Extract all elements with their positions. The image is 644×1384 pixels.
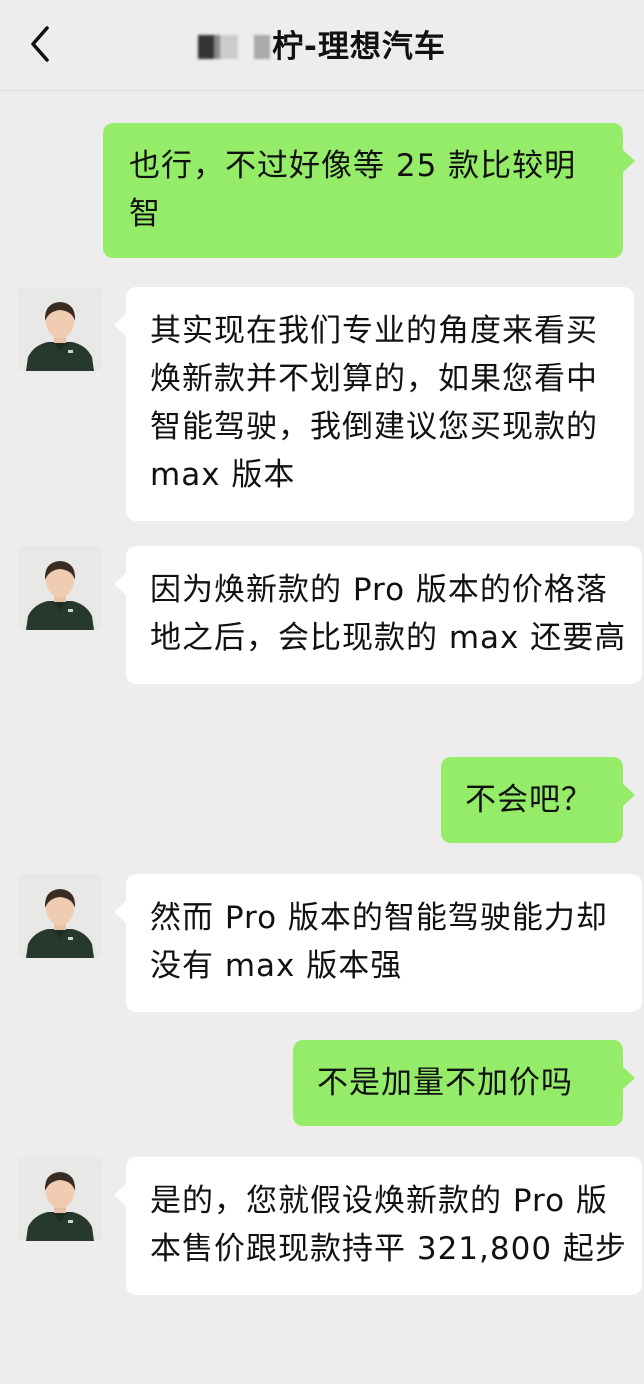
- contact-name: 柠-理想汽车: [272, 28, 446, 65]
- avatar[interactable]: [18, 1157, 102, 1241]
- person-avatar: [18, 287, 102, 371]
- chat-header: 柠-理想汽车: [0, 0, 644, 91]
- avatar[interactable]: [18, 546, 102, 630]
- redacted-name-block: [254, 34, 271, 59]
- message-text: 因为焕新款的 Pro 版本的价格落地之后，会比现款的 max 还要高: [150, 572, 627, 656]
- redacted-name-block: [198, 34, 239, 59]
- message-text: 不会吧？: [465, 782, 593, 818]
- message-text: 然而 Pro 版本的智能驾驶能力却没有 max 版本强: [150, 900, 608, 984]
- chat-screen: 柠-理想汽车 也行，不过好像等 25 款比较明智 其实现在我们专业的角度来看买焕…: [0, 0, 644, 1384]
- message-bubble-received[interactable]: 其实现在我们专业的角度来看买焕新款并不划算的，如果您看中智能驾驶，我倒建议您买现…: [114, 287, 634, 521]
- message-bubble-sent[interactable]: 也行，不过好像等 25 款比较明智: [103, 123, 635, 258]
- message-text: 也行，不过好像等 25 款比较明智: [129, 148, 577, 232]
- person-avatar: [18, 1157, 102, 1241]
- avatar[interactable]: [18, 874, 102, 958]
- chat-title: 柠-理想汽车: [0, 24, 644, 68]
- message-text: 其实现在我们专业的角度来看买焕新款并不划算的，如果您看中智能驾驶，我倒建议您买现…: [150, 313, 598, 493]
- person-avatar: [18, 874, 102, 958]
- message-bubble-received[interactable]: 因为焕新款的 Pro 版本的价格落地之后，会比现款的 max 还要高: [114, 546, 642, 684]
- bottom-strip: [0, 1364, 644, 1384]
- avatar[interactable]: [18, 287, 102, 371]
- message-bubble-sent[interactable]: 不是加量不加价吗: [293, 1040, 635, 1126]
- message-bubble-received[interactable]: 然而 Pro 版本的智能驾驶能力却没有 max 版本强: [114, 874, 642, 1012]
- message-text: 不是加量不加价吗: [317, 1065, 573, 1101]
- person-avatar: [18, 546, 102, 630]
- message-bubble-received[interactable]: 是的，您就假设焕新款的 Pro 版本售价跟现款持平 321,800 起步: [114, 1157, 642, 1295]
- message-bubble-sent[interactable]: 不会吧？: [441, 757, 635, 843]
- message-text: 是的，您就假设焕新款的 Pro 版本售价跟现款持平 321,800 起步: [150, 1183, 627, 1267]
